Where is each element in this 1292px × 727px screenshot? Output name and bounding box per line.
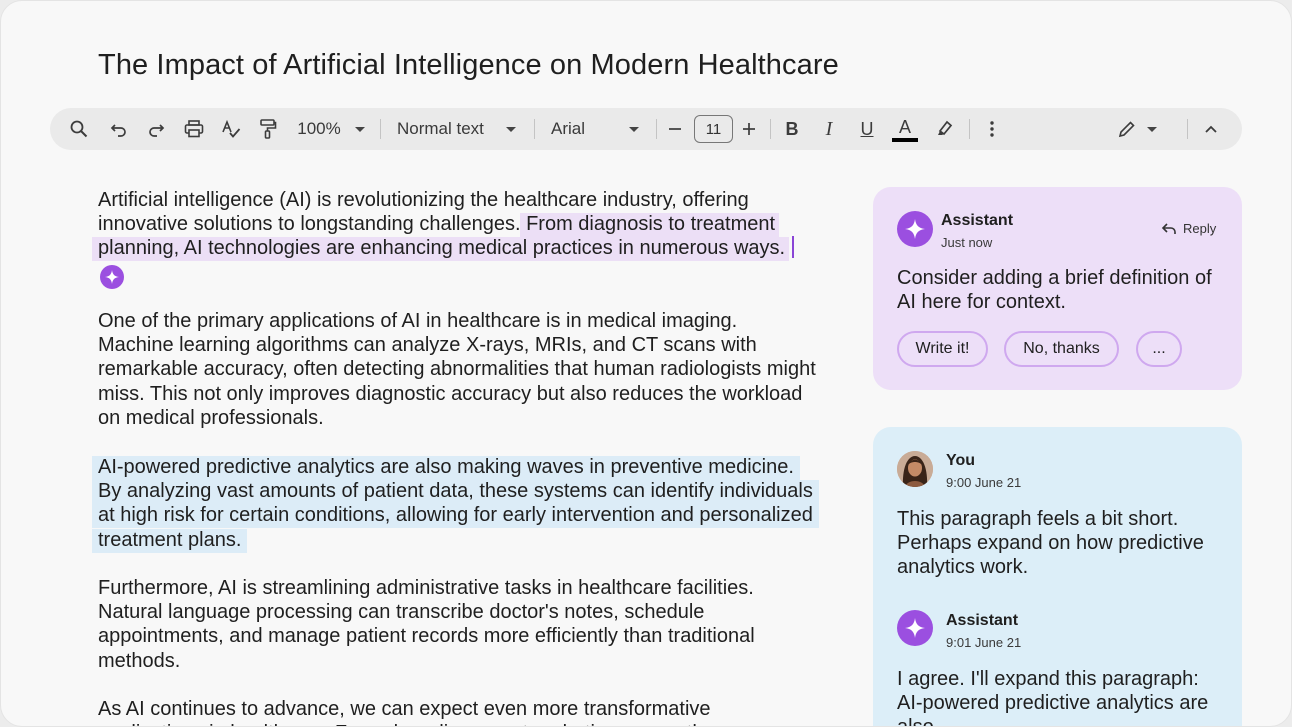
collapse-icon[interactable] [1200,108,1222,150]
text-style-select[interactable]: Normal text [397,108,489,150]
comment-time: 9:00 June 21 [946,475,1022,490]
paint-format-icon[interactable] [255,108,281,150]
user-avatar [897,451,933,487]
comment-time: 9:01 June 21 [946,635,1022,650]
reply-button[interactable]: Reply [1161,221,1216,236]
zoom-value[interactable]: 100% [296,108,342,150]
redo-icon[interactable] [143,108,169,150]
undo-icon[interactable] [106,108,132,150]
spellcheck-icon[interactable] [218,108,244,150]
comment-time: Just now [941,235,993,250]
zoom-dropdown-icon[interactable] [353,108,367,150]
print-icon[interactable] [181,108,207,150]
comment-author: You [946,452,976,469]
search-icon[interactable] [66,108,92,150]
edit-mode-dropdown-icon[interactable] [1145,108,1159,150]
bold-icon[interactable]: B [780,108,804,150]
more-actions-button[interactable]: ... [1136,331,1182,367]
highlighted-text-commented[interactable]: AI-powered predictive analytics are also… [92,456,819,553]
document-editor: The Impact of Artificial Intelligence on… [0,0,1292,727]
formatting-toolbar: 100% Normal text Arial 11 B I U A [50,108,1242,150]
increase-size-icon[interactable] [738,108,760,150]
paragraph-4[interactable]: Furthermore, AI is streamlining administ… [98,576,818,673]
italic-icon[interactable]: I [817,108,841,150]
underline-icon[interactable]: U [855,108,879,150]
more-icon[interactable] [980,108,1004,150]
paragraph-2[interactable]: One of the primary applications of AI in… [98,309,818,430]
paragraph-3[interactable]: AI-powered predictive analytics are also… [92,455,819,553]
reply-label: Reply [1183,221,1217,236]
font-select[interactable]: Arial [551,108,611,150]
comment-text: This paragraph feels a bit short. Perhap… [897,508,1204,579]
highlight-icon[interactable] [932,108,958,150]
font-dropdown-icon[interactable] [627,108,641,150]
comment-thread-card: You 9:00 June 21 This paragraph feels a … [873,427,1242,726]
style-dropdown-icon[interactable] [504,108,518,150]
decrease-size-icon[interactable] [664,108,686,150]
write-it-button[interactable]: Write it! [897,331,988,367]
text-color-icon[interactable]: A [891,108,919,150]
assistant-avatar-icon [897,211,933,247]
assistant-suggestion-card: Assistant Just now Reply Consider adding… [873,187,1242,390]
paragraph-1[interactable]: Artificial intelligence (AI) is revoluti… [92,188,818,289]
assistant-avatar-icon [897,610,933,646]
comment-text: I agree. I'll expand this paragraph: AI-… [897,668,1209,726]
text-cursor [792,236,795,259]
assistant-spark-icon[interactable] [100,264,124,289]
no-thanks-button[interactable]: No, thanks [1004,331,1119,367]
paragraph-5[interactable]: As AI continues to advance, we can expec… [98,697,818,726]
font-size-input[interactable]: 11 [694,115,733,143]
suggestion-text: Consider adding a brief definition of AI… [897,267,1212,314]
comment-author: Assistant [941,212,1014,229]
document-title[interactable]: The Impact of Artificial Intelligence on… [98,49,839,82]
comment-author: Assistant [946,612,1019,629]
edit-mode-icon[interactable] [1116,108,1138,150]
reply-icon [1161,222,1176,234]
